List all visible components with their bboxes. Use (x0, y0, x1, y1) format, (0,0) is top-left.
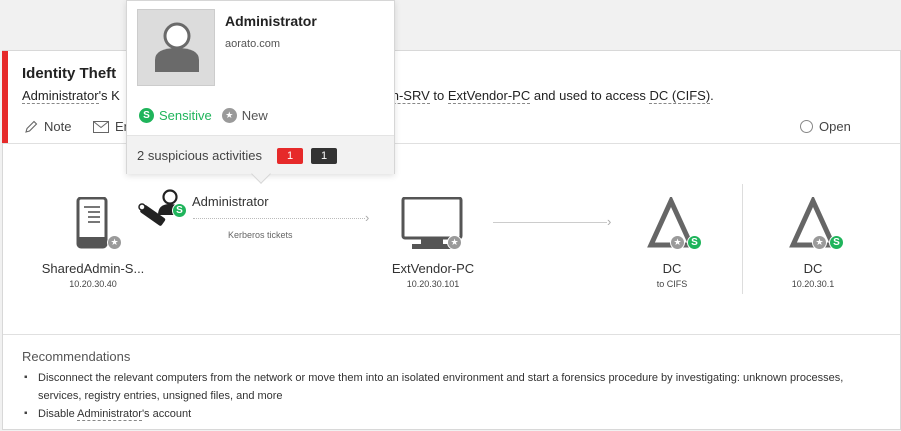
sensitive-badge: S (687, 235, 702, 250)
recommendations-title: Recommendations (22, 349, 131, 364)
open-status-toggle[interactable]: Open (800, 119, 851, 134)
suspicious-activities-label[interactable]: 2 suspicious activities (137, 148, 262, 163)
chevron-right-icon: › (365, 210, 370, 225)
user-popover: Administrator aorato.com S Sensitive ★ N… (126, 0, 395, 174)
divider (3, 334, 900, 335)
description-text-3: and used to access (530, 88, 650, 103)
user-silhouette-icon (155, 22, 199, 72)
destination-computer-ip: 10.20.30.101 (406, 279, 460, 289)
popover-user-name[interactable]: Administrator (225, 13, 317, 29)
resource-name[interactable]: DC (634, 261, 710, 276)
sensitive-badge: S (172, 203, 187, 218)
new-star-badge: ★ (670, 235, 685, 250)
account-name[interactable]: Administrator (192, 194, 269, 209)
open-label: Open (819, 119, 851, 134)
alert-description: Administrator's K min-SRV to ExtVendor-P… (22, 88, 714, 104)
description-text-1: 's K (98, 88, 120, 103)
popover-user-domain: aorato.com (225, 38, 281, 50)
description-target-link[interactable]: ExtVendor-PC (447, 88, 531, 104)
resource2-ip: 10.20.30.1 (791, 279, 835, 289)
sensitive-label: Sensitive (159, 108, 212, 123)
vertical-divider (742, 184, 743, 294)
note-label: Note (44, 119, 72, 134)
sensitive-tag: S Sensitive (139, 108, 212, 123)
open-activities-count[interactable]: 1 (277, 148, 303, 164)
envelope-icon (93, 120, 109, 133)
destination-computer-name[interactable]: ExtVendor-PC (373, 261, 493, 276)
recommendation-user-link[interactable]: Administrator (77, 408, 142, 421)
source-computer-ip: 10.20.30.40 (69, 279, 117, 289)
recommendation-item: Disable Administrator's account (22, 405, 882, 423)
account-node[interactable]: S (136, 187, 187, 240)
resource2-node[interactable]: ★ S (788, 194, 844, 254)
destination-computer-node[interactable]: ★ (401, 196, 463, 256)
flow-arrow-line (493, 222, 607, 223)
sensitive-icon: S (139, 108, 154, 123)
radio-icon[interactable] (800, 120, 813, 133)
transport-label: Kerberos tickets (228, 230, 293, 240)
closed-activities-count[interactable]: 1 (311, 148, 337, 164)
star-icon: ★ (221, 108, 237, 123)
description-user-link[interactable]: Administrator (22, 88, 99, 104)
recommendation-text: 's account (141, 408, 192, 420)
source-computer-name[interactable]: SharedAdmin-S... (33, 261, 153, 276)
resource2-name[interactable]: DC (775, 261, 851, 276)
recommendations-list: Disconnect the relevant computers from t… (22, 369, 882, 423)
avatar (137, 9, 215, 86)
note-button[interactable]: Note (24, 119, 71, 134)
description-resource-link[interactable]: DC (CIFS) (649, 88, 711, 104)
new-label: New (241, 108, 268, 123)
new-star-badge: ★ (107, 235, 122, 250)
new-star-badge: ★ (447, 235, 462, 250)
source-computer-node[interactable]: ★ (76, 196, 122, 254)
resource-node[interactable]: ★ S (646, 194, 702, 254)
recommendation-item: Disconnect the relevant computers from t… (22, 369, 882, 405)
new-star-badge: ★ (812, 235, 827, 250)
recommendation-text: Disable (38, 408, 78, 420)
new-tag: ★ New (221, 108, 268, 123)
description-text-2: to (429, 88, 448, 103)
server-icon (76, 196, 108, 249)
pencil-icon (25, 120, 38, 133)
flow-arrow-line (193, 218, 365, 219)
chevron-right-icon: › (607, 214, 612, 229)
description-text-end: . (710, 88, 714, 103)
sensitive-badge: S (829, 235, 844, 250)
popover-tags: S Sensitive ★ New (139, 108, 278, 123)
resource-sub: to CIFS (656, 279, 688, 289)
alert-title: Identity Theft (22, 65, 117, 82)
